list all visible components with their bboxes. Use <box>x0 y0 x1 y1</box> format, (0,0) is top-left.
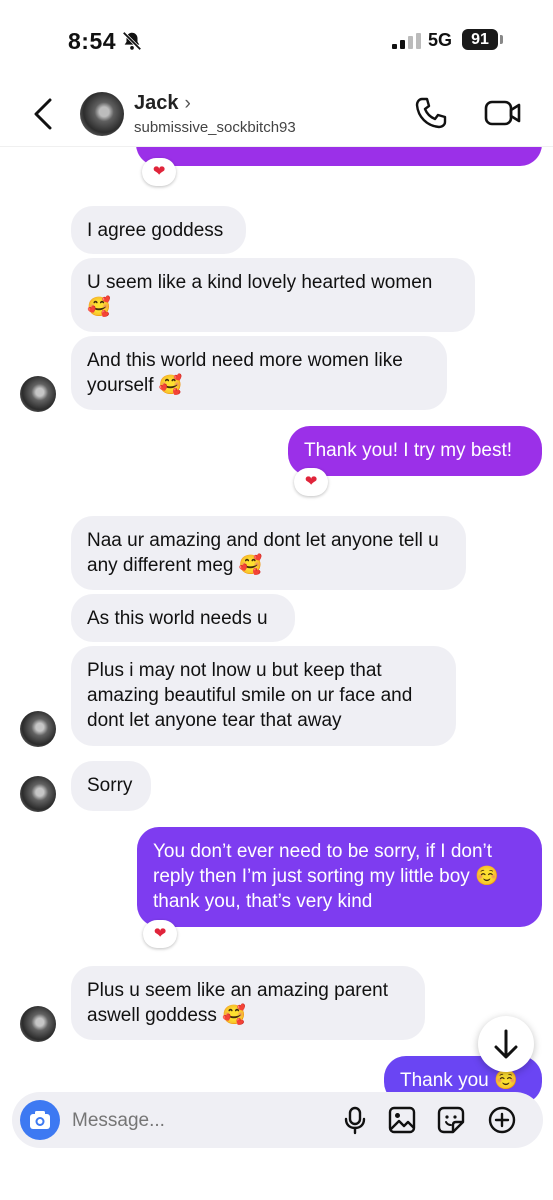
message-bubble-in[interactable]: Naa ur amazing and dont let anyone tell … <box>71 516 466 590</box>
message-bubble-in[interactable]: And this world need more women like your… <box>71 336 447 410</box>
camera-icon <box>30 1111 50 1129</box>
chat-header: Jack › submissive_sockbitch93 <box>0 82 553 147</box>
sender-avatar[interactable] <box>20 1006 56 1042</box>
contact-avatar[interactable] <box>80 92 124 136</box>
sender-avatar[interactable] <box>20 376 56 412</box>
bell-slash-icon <box>122 31 142 51</box>
message-bubble-in[interactable]: U seem like a kind lovely hearted women … <box>71 258 475 332</box>
contact-name[interactable]: Jack › <box>134 92 191 115</box>
battery-tip <box>500 35 503 44</box>
chevron-right-icon: › <box>184 93 191 114</box>
mic-icon[interactable] <box>340 1105 370 1135</box>
sticker-icon[interactable] <box>436 1105 466 1135</box>
message-input[interactable] <box>70 1102 314 1140</box>
contact-username: submissive_sockbitch93 <box>134 119 296 136</box>
bottom-safe-area <box>0 1150 553 1200</box>
message-bubble-in[interactable]: I agree goddess <box>71 206 246 254</box>
battery-indicator: 91 <box>462 29 498 50</box>
message-bubble-out[interactable]: Thank you! I try my best! <box>288 426 542 476</box>
plus-icon[interactable] <box>487 1105 517 1135</box>
status-time: 8:54 <box>68 28 117 54</box>
message-bubble-in[interactable]: As this world needs u <box>71 594 295 642</box>
heart-reaction[interactable]: ❤ <box>142 158 176 186</box>
back-icon[interactable] <box>28 96 60 132</box>
status-bar: 8:54 5G 91 <box>0 0 553 82</box>
image-icon[interactable] <box>387 1105 417 1135</box>
sender-avatar[interactable] <box>20 776 56 812</box>
message-composer <box>12 1092 543 1148</box>
video-icon[interactable] <box>484 96 522 130</box>
phone-icon[interactable] <box>414 96 448 130</box>
message-bubble-out[interactable]: You don’t ever need to be sorry, if I do… <box>137 827 542 927</box>
camera-button[interactable] <box>20 1100 60 1140</box>
network-label: 5G <box>428 30 453 50</box>
arrow-down-icon <box>494 1029 518 1059</box>
message-bubble-in[interactable]: Plus i may not lnow u but keep that amaz… <box>71 646 456 746</box>
heart-reaction[interactable]: ❤ <box>294 468 328 496</box>
sender-avatar[interactable] <box>20 711 56 747</box>
scroll-to-bottom-button[interactable] <box>478 1016 534 1072</box>
message-bubble-in[interactable]: Sorry <box>71 761 151 811</box>
signal-icon <box>392 33 421 49</box>
message-bubble-in[interactable]: Plus u seem like an amazing parent aswel… <box>71 966 425 1040</box>
contact-name-text: Jack <box>134 92 179 114</box>
heart-reaction[interactable]: ❤ <box>143 920 177 948</box>
